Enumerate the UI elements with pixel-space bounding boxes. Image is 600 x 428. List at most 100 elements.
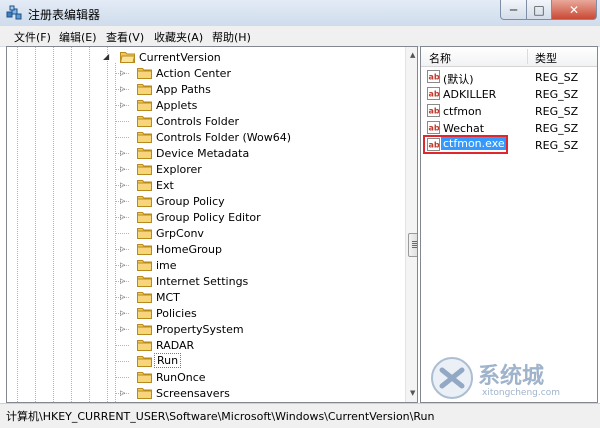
tree-item[interactable]: ▷ Explorer	[7, 161, 405, 177]
value-row[interactable]: ab (默认) REG_SZ	[421, 69, 597, 86]
menu-bar: 文件(F) 编辑(E) 查看(V) 收藏夹(A) 帮助(H)	[0, 26, 600, 47]
folder-icon	[137, 308, 152, 319]
expand-arrow-icon[interactable]: ▷	[120, 325, 125, 333]
tree-item-label: Screensavers	[156, 387, 230, 400]
tree-connector	[115, 233, 129, 234]
values-list[interactable]: 名称 类型 ab (默认) REG_SZ ab ADKILLER REG_SZ ab ctfm…	[420, 46, 598, 403]
title-bar[interactable]: 注册表编辑器 ─ □ ✕	[0, 0, 600, 26]
tree-item-label: Ext	[156, 179, 174, 192]
tree-item[interactable]: Controls Folder	[7, 113, 405, 129]
menu-view[interactable]: 查看(V)	[106, 29, 144, 45]
expand-arrow-icon[interactable]: ▷	[120, 213, 125, 221]
value-row[interactable]: ab ADKILLER REG_SZ	[421, 86, 597, 102]
watermark-logo-icon	[431, 357, 473, 399]
value-name: ctfmon	[443, 105, 482, 118]
value-row[interactable]: ab ctfmon REG_SZ	[421, 103, 597, 119]
folder-icon	[137, 148, 152, 159]
value-row[interactable]: ab Wechat REG_SZ	[421, 120, 597, 136]
site-watermark: 系统城 xitongcheng.com	[430, 352, 596, 404]
tree-item[interactable]: GrpConv	[7, 225, 405, 241]
menu-favorites[interactable]: 收藏夹(A)	[154, 29, 203, 45]
expand-arrow-icon[interactable]: ▷	[120, 389, 125, 397]
svg-text:ab: ab	[429, 107, 440, 116]
string-value-icon: ab	[427, 87, 440, 100]
tree-item[interactable]: ▷ App Paths	[7, 81, 405, 97]
status-bar: 计算机\HKEY_CURRENT_USER\Software\Microsoft…	[0, 403, 600, 428]
close-icon: ✕	[568, 2, 580, 17]
expand-arrow-icon[interactable]: ▷	[120, 101, 125, 109]
folder-icon	[137, 356, 152, 367]
tree-item[interactable]: RunOnce	[7, 369, 405, 385]
tree-item-label: RunOnce	[156, 371, 206, 384]
folder-icon	[137, 84, 152, 95]
folder-icon	[137, 132, 152, 143]
tree-scrollbar[interactable]: ▲ ▼	[405, 47, 417, 402]
svg-text:ab: ab	[429, 90, 440, 99]
folder-icon	[137, 68, 152, 79]
column-header-type[interactable]: 类型	[535, 50, 557, 66]
tree-item[interactable]: ▷ Group Policy Editor	[7, 209, 405, 225]
tree-item[interactable]: ▷ ime	[7, 257, 405, 273]
tree-item[interactable]: ▷ Internet Settings	[7, 273, 405, 289]
folder-icon	[137, 180, 152, 191]
menu-help[interactable]: 帮助(H)	[212, 29, 251, 45]
menu-edit[interactable]: 编辑(E)	[59, 29, 97, 45]
folder-icon	[137, 244, 152, 255]
scroll-down-icon[interactable]: ▼	[410, 389, 415, 397]
string-value-icon: ab	[427, 121, 440, 134]
expand-arrow-icon[interactable]: ▷	[120, 309, 125, 317]
tree-item[interactable]: Controls Folder (Wow64)	[7, 129, 405, 145]
registry-tree[interactable]: ◢ CurrentVersion ▷ Action Center ▷ App Path…	[6, 46, 418, 403]
tree-item[interactable]: ▷ Group Policy	[7, 193, 405, 209]
expand-arrow-icon[interactable]: ▷	[120, 245, 125, 253]
tree-item[interactable]: ▷ Ext	[7, 177, 405, 193]
folder-icon	[137, 324, 152, 335]
tree-item[interactable]: ▷ PropertySystem	[7, 321, 405, 337]
tree-item-label: App Paths	[156, 83, 211, 96]
registry-path: 计算机\HKEY_CURRENT_USER\Software\Microsoft…	[6, 410, 435, 423]
value-name: (默认)	[443, 73, 474, 86]
tree-item[interactable]: ▷ Policies	[7, 305, 405, 321]
scroll-up-icon[interactable]: ▲	[410, 51, 415, 59]
highlight-annotation-box	[423, 135, 508, 154]
expand-arrow-icon[interactable]: ▷	[120, 165, 125, 173]
minimize-button[interactable]: ─	[500, 0, 527, 20]
tree-item-label: Run	[154, 353, 182, 368]
tree-item-label: HomeGroup	[156, 243, 222, 256]
expand-arrow-icon[interactable]: ▷	[120, 197, 125, 205]
tree-item[interactable]: ▷ MCT	[7, 289, 405, 305]
expand-arrow-icon[interactable]: ▷	[120, 277, 125, 285]
tree-item[interactable]: Run	[7, 353, 405, 369]
column-divider[interactable]	[527, 49, 528, 64]
tree-connector	[115, 121, 129, 122]
expand-arrow-icon[interactable]: ▷	[120, 85, 125, 93]
collapse-arrow-icon[interactable]: ◢	[103, 52, 109, 61]
close-button[interactable]: ✕	[551, 0, 597, 20]
expand-arrow-icon[interactable]: ▷	[120, 261, 125, 269]
tree-item[interactable]: ▷ HomeGroup	[7, 241, 405, 257]
expand-arrow-icon[interactable]: ▷	[120, 293, 125, 301]
folder-icon	[137, 196, 152, 207]
column-header-name[interactable]: 名称	[429, 50, 451, 66]
tree-item[interactable]: ▷ Action Center	[7, 65, 405, 81]
folder-icon	[137, 100, 152, 111]
value-type: REG_SZ	[535, 105, 579, 118]
scrollbar-thumb[interactable]	[408, 233, 417, 257]
tree-connector	[115, 137, 129, 138]
regedit-icon	[6, 5, 22, 20]
tree-item-currentversion[interactable]: ◢ CurrentVersion	[7, 49, 405, 65]
maximize-button[interactable]: □	[526, 0, 552, 20]
tree-item[interactable]: ▷ Applets	[7, 97, 405, 113]
folder-icon	[137, 276, 152, 287]
expand-arrow-icon[interactable]: ▷	[120, 149, 125, 157]
tree-item[interactable]: ▷ Device Metadata	[7, 145, 405, 161]
tree-item[interactable]: ▷ Screensavers	[7, 385, 405, 401]
svg-text:ab: ab	[429, 124, 440, 133]
menu-file[interactable]: 文件(F)	[14, 29, 51, 45]
tree-item-label: Policies	[156, 307, 197, 320]
value-type: REG_SZ	[535, 122, 579, 135]
tree-item-label: Applets	[156, 99, 198, 112]
expand-arrow-icon[interactable]: ▷	[120, 69, 125, 77]
tree-item[interactable]: RADAR	[7, 337, 405, 353]
expand-arrow-icon[interactable]: ▷	[120, 181, 125, 189]
